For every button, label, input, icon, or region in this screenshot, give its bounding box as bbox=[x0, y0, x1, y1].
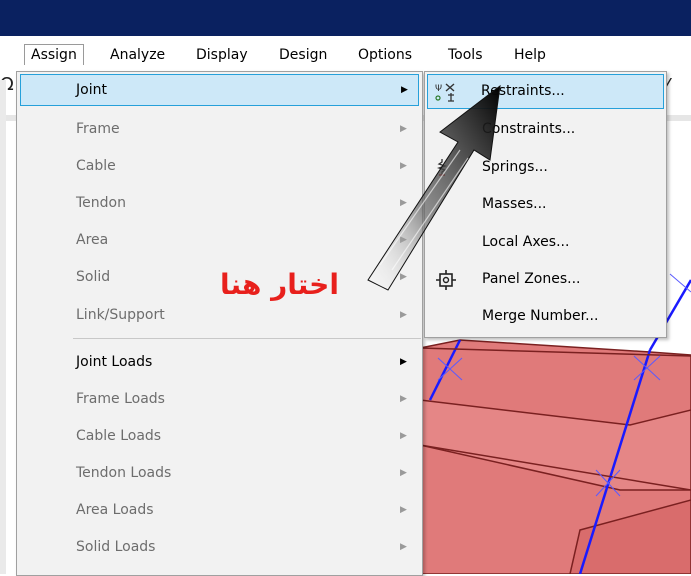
menu-display[interactable]: Display bbox=[190, 45, 254, 65]
menu-item-area-loads[interactable]: Area Loads ▶ bbox=[18, 493, 421, 527]
menu-options[interactable]: Options bbox=[352, 45, 418, 65]
menu-help[interactable]: Help bbox=[508, 45, 552, 65]
submenu-arrow-icon: ▶ bbox=[400, 357, 407, 367]
menu-item-label: Link/Support bbox=[76, 307, 165, 323]
submenu-arrow-icon: ▶ bbox=[400, 431, 407, 441]
submenu-arrow-icon: ▶ bbox=[400, 394, 407, 404]
menu-analyze[interactable]: Analyze bbox=[104, 45, 171, 65]
menu-item-label: Frame bbox=[76, 121, 120, 137]
menu-separator bbox=[73, 338, 421, 339]
menu-item-tendon-loads[interactable]: Tendon Loads ▶ bbox=[18, 456, 421, 490]
menu-item-cable-loads[interactable]: Cable Loads ▶ bbox=[18, 419, 421, 453]
menu-bar: Assign Analyze Display Design Options To… bbox=[0, 41, 691, 68]
menu-item-label: Joint Loads bbox=[76, 354, 153, 370]
menu-item-label: Area Loads bbox=[76, 502, 154, 518]
menu-item-link-support[interactable]: Link/Support ▶ bbox=[18, 298, 421, 332]
menu-tools[interactable]: Tools bbox=[442, 45, 489, 65]
title-bar bbox=[0, 0, 691, 36]
menu-item-label: Solid bbox=[76, 269, 111, 285]
menu-item-label: Tendon Loads bbox=[76, 465, 172, 481]
menu-item-frame-loads[interactable]: Frame Loads ▶ bbox=[18, 382, 421, 416]
menu-item-label: Tendon bbox=[76, 195, 126, 211]
menu-item-label: Cable bbox=[76, 158, 116, 174]
submenu-arrow-icon: ▶ bbox=[400, 310, 407, 320]
menu-item-label: Joint bbox=[76, 82, 107, 98]
menu-item-solid-loads[interactable]: Solid Loads ▶ bbox=[18, 530, 421, 564]
submenu-arrow-icon: ▶ bbox=[400, 505, 407, 515]
submenu-arrow-icon: ▶ bbox=[400, 468, 407, 478]
window-edge bbox=[0, 80, 6, 574]
menu-item-joint-loads[interactable]: Joint Loads ▶ bbox=[18, 345, 421, 379]
submenu-item-merge-number[interactable]: Merge Number... bbox=[426, 298, 665, 335]
menu-item-label: Frame Loads bbox=[76, 391, 165, 407]
menu-assign[interactable]: Assign bbox=[24, 44, 84, 65]
annotation-label: اختار هنا bbox=[220, 268, 339, 301]
menu-item-label: Solid Loads bbox=[76, 539, 156, 555]
submenu-item-label: Merge Number... bbox=[482, 308, 599, 324]
submenu-arrow-icon: ▶ bbox=[400, 542, 407, 552]
menu-design[interactable]: Design bbox=[273, 45, 333, 65]
annotation-arrow-icon bbox=[367, 84, 501, 291]
menu-item-label: Area bbox=[76, 232, 109, 248]
menu-item-label: Cable Loads bbox=[76, 428, 162, 444]
